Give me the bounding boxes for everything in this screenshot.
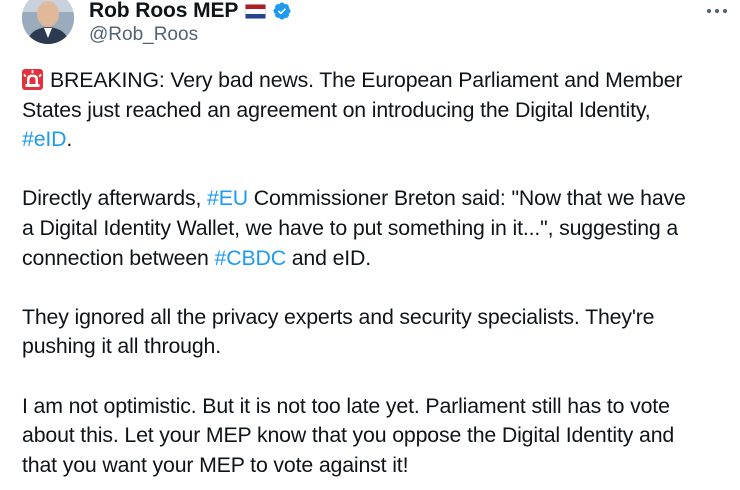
tweet-line: I am not optimistic. But it is not too l… [22, 393, 670, 418]
tweet-text: BREAKING: Very bad news. The European Pa… [22, 66, 726, 480]
hashtag-eu-link[interactable]: #EU [207, 186, 248, 210]
tweet-line: about this. Let your MEP know that you o… [22, 423, 675, 448]
author-display-name[interactable]: Rob Roos MEP [89, 0, 238, 23]
tweet-line: Directly afterwards, #EU Commissioner Br… [22, 184, 726, 214]
tweet-line-text: Directly afterwards, [22, 186, 208, 211]
tweet-line: connection between #CBDC and eID. [22, 244, 726, 274]
tweet-line-text: and eID. [285, 245, 372, 270]
author-name-row: Rob Roos MEP [89, 0, 292, 24]
tweet-line: #eID. [22, 125, 726, 155]
hashtag-cbdc-link[interactable]: #CBDC [215, 246, 287, 270]
tweet-line: that you want your MEP to vote against i… [22, 452, 409, 477]
tweet-line: BREAKING: Very bad news. The European Pa… [22, 66, 726, 96]
author-handle[interactable]: @Rob_Roos [89, 24, 198, 46]
tweet-line: States just reached an agreement on intr… [22, 97, 651, 122]
author-avatar[interactable] [22, 0, 74, 44]
more-options-icon[interactable] [704, 4, 730, 18]
verified-badge-icon[interactable] [272, 1, 292, 21]
hashtag-eid-link[interactable]: #eID [22, 127, 67, 151]
netherlands-flag-icon [245, 3, 267, 19]
tweet-line-text: Commissioner Breton said: "Now that we h… [248, 186, 686, 211]
tweet-line: a Digital Identity Wallet, we have to pu… [22, 215, 679, 240]
tweet-line-text: BREAKING: Very bad news. The European Pa… [50, 68, 683, 92]
tweet-line: They ignored all the privacy experts and… [22, 304, 655, 329]
tweet-line: pushing it all through. [22, 334, 222, 359]
tweet-line-text: connection between [22, 245, 215, 270]
rotating-light-icon [22, 69, 43, 90]
tweet-line-text: . [66, 127, 73, 152]
